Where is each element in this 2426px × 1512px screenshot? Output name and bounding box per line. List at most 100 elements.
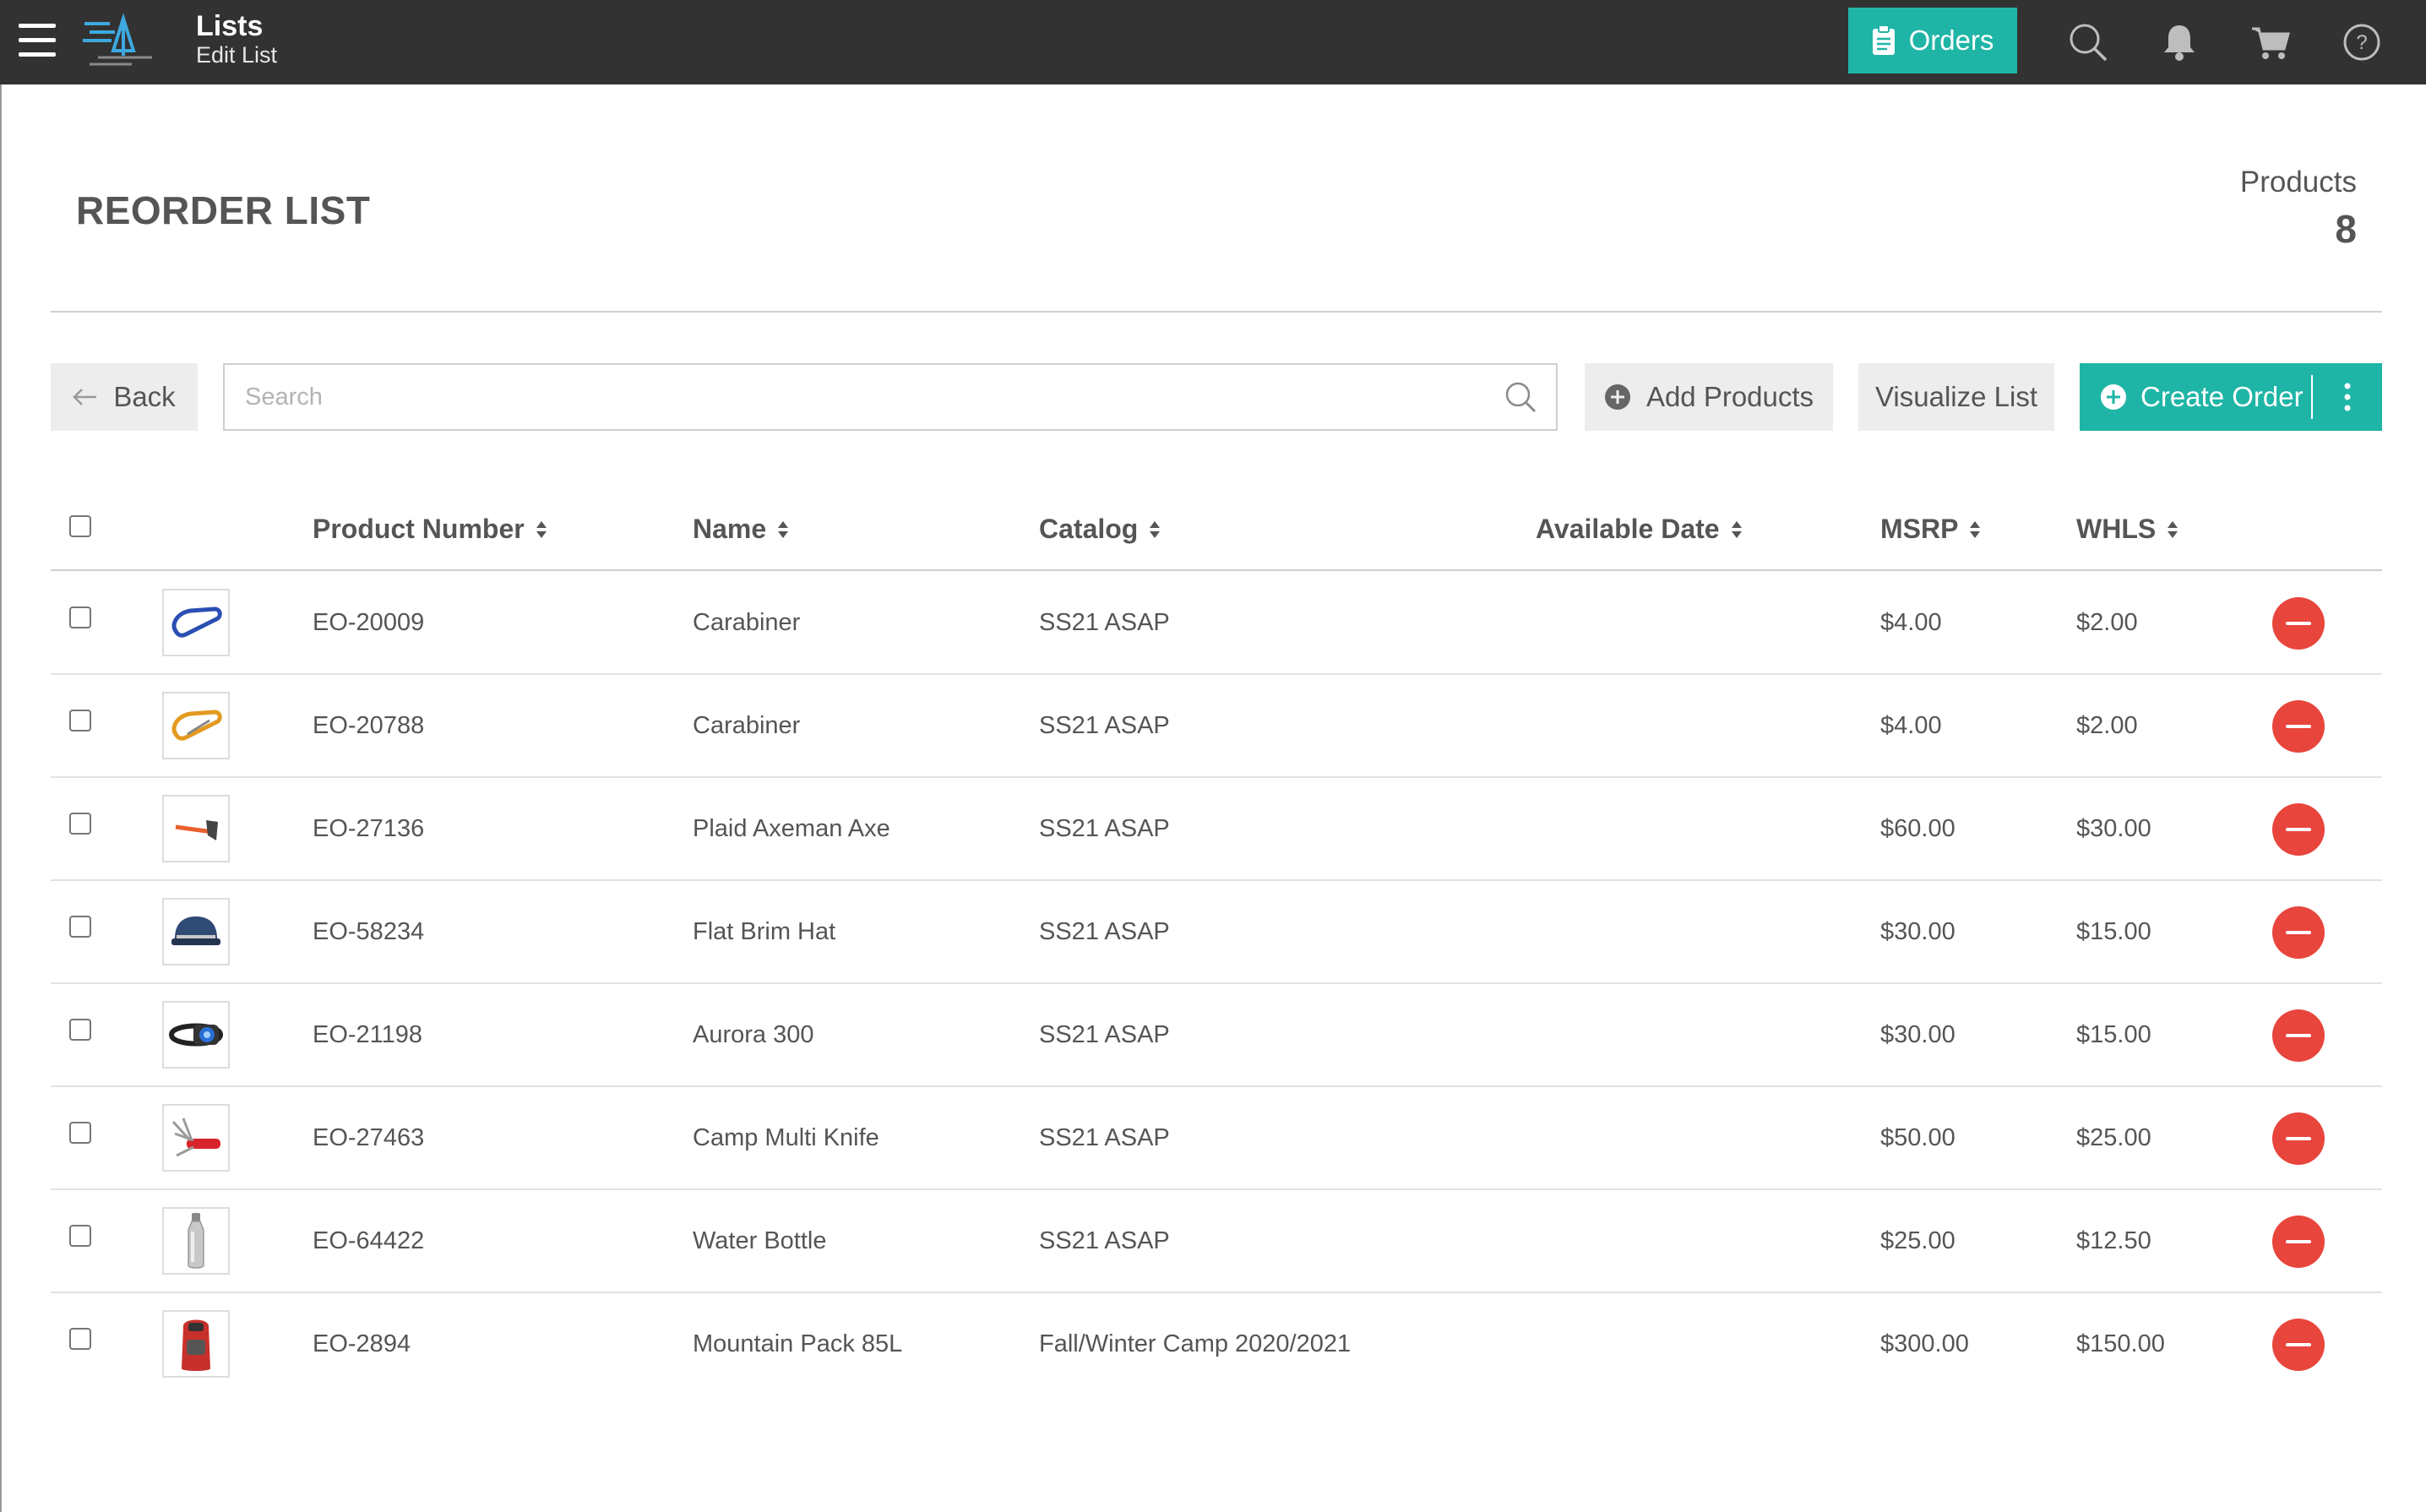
back-label: Back xyxy=(113,381,176,412)
minus-icon xyxy=(2286,622,2311,625)
product-name: Aurora 300 xyxy=(693,1020,814,1048)
visualize-list-button[interactable]: Visualize List xyxy=(1858,363,2054,431)
orders-label: Orders xyxy=(1908,24,1994,56)
remove-row-button[interactable] xyxy=(2272,1216,2325,1268)
column-whls[interactable]: WHLS xyxy=(2076,514,2179,545)
table-row: EO-21198 Aurora 300 SS21 ASAP $30.00 $15… xyxy=(51,984,2382,1087)
bell-icon[interactable] xyxy=(2159,22,2200,63)
row-checkbox[interactable] xyxy=(69,1122,91,1144)
row-checkbox[interactable] xyxy=(69,916,91,938)
create-order-label: Create Order xyxy=(2140,381,2304,412)
table-row: EO-58234 Flat Brim Hat SS21 ASAP $30.00 … xyxy=(51,881,2382,984)
column-name[interactable]: Name xyxy=(693,514,790,545)
column-available-date[interactable]: Available Date xyxy=(1536,514,1743,545)
product-number: EO-20788 xyxy=(313,711,425,739)
product-thumbnail[interactable] xyxy=(162,1104,230,1172)
product-msrp: $50.00 xyxy=(1880,1123,1955,1151)
product-whls: $15.00 xyxy=(2076,1020,2151,1048)
product-whls: $2.00 xyxy=(2076,608,2138,636)
help-icon[interactable]: ? xyxy=(2342,22,2382,63)
sort-icon xyxy=(1970,520,1981,538)
product-thumbnail[interactable] xyxy=(162,1001,230,1069)
clipboard-icon xyxy=(1872,25,1895,55)
sort-icon xyxy=(2168,520,2179,538)
search-field[interactable] xyxy=(223,363,1558,431)
remove-row-button[interactable] xyxy=(2272,1319,2325,1371)
product-name: Carabiner xyxy=(693,711,801,739)
select-all-checkbox[interactable] xyxy=(69,515,91,537)
search-input[interactable] xyxy=(245,365,1478,429)
product-catalog: Fall/Winter Camp 2020/2021 xyxy=(1039,1330,1352,1357)
plus-circle-icon xyxy=(1604,384,1630,410)
row-checkbox[interactable] xyxy=(69,813,91,835)
product-number: EO-2894 xyxy=(313,1330,411,1357)
minus-icon xyxy=(2286,1343,2311,1346)
product-thumbnail[interactable] xyxy=(162,692,230,759)
product-msrp: $60.00 xyxy=(1880,814,1955,842)
product-thumbnail[interactable] xyxy=(162,795,230,862)
remove-row-button[interactable] xyxy=(2272,1009,2325,1062)
backpack-icon xyxy=(182,1319,210,1371)
column-msrp[interactable]: MSRP xyxy=(1880,514,1982,545)
search-icon[interactable] xyxy=(2068,22,2108,63)
table-row: EO-20009 Carabiner SS21 ASAP $4.00 $2.00 xyxy=(51,572,2382,675)
product-number: EO-20009 xyxy=(313,608,425,636)
row-checkbox[interactable] xyxy=(69,606,91,628)
top-bar: Lists Edit List Orders ? xyxy=(0,0,2426,84)
remove-row-button[interactable] xyxy=(2272,906,2325,959)
back-button[interactable]: Back xyxy=(51,363,198,431)
product-thumbnail[interactable] xyxy=(162,1310,230,1378)
remove-row-button[interactable] xyxy=(2272,1112,2325,1165)
product-whls: $25.00 xyxy=(2076,1123,2151,1151)
product-catalog: SS21 ASAP xyxy=(1039,1020,1170,1048)
row-checkbox[interactable] xyxy=(69,1328,91,1350)
arrow-left-icon xyxy=(73,389,97,405)
product-name: Carabiner xyxy=(693,608,801,636)
logo-icon xyxy=(83,14,152,66)
plus-circle-icon xyxy=(2101,384,2126,410)
product-thumbnail[interactable] xyxy=(162,898,230,965)
minus-icon xyxy=(2286,725,2311,728)
column-product-number[interactable]: Product Number xyxy=(313,514,548,545)
minus-icon xyxy=(2286,1240,2311,1243)
app-title: Lists xyxy=(196,10,264,42)
more-options-button[interactable] xyxy=(2313,363,2382,431)
product-catalog: SS21 ASAP xyxy=(1039,917,1170,945)
sort-icon xyxy=(1731,520,1742,538)
product-whls: $150.00 xyxy=(2076,1330,2165,1357)
row-checkbox[interactable] xyxy=(69,1225,91,1247)
row-checkbox[interactable] xyxy=(69,1019,91,1041)
table-row: EO-27136 Plaid Axeman Axe SS21 ASAP $60.… xyxy=(51,778,2382,881)
minus-icon xyxy=(2286,828,2311,831)
hamburger-menu-icon[interactable] xyxy=(19,24,56,57)
add-products-button[interactable]: Add Products xyxy=(1585,363,1833,431)
svg-text:?: ? xyxy=(2356,31,2367,54)
product-thumbnail[interactable] xyxy=(162,589,230,656)
table-row: EO-27463 Camp Multi Knife SS21 ASAP $50.… xyxy=(51,1087,2382,1190)
orders-button[interactable]: Orders xyxy=(1848,8,2017,73)
cart-icon[interactable] xyxy=(2250,22,2291,63)
product-msrp: $25.00 xyxy=(1880,1226,1955,1254)
visualize-list-label: Visualize List xyxy=(1875,381,2037,412)
remove-row-button[interactable] xyxy=(2272,597,2325,650)
product-name: Flat Brim Hat xyxy=(693,917,836,945)
remove-row-button[interactable] xyxy=(2272,803,2325,856)
carabiner-icon xyxy=(171,606,222,638)
multi-knife-icon xyxy=(171,1118,220,1157)
search-icon[interactable] xyxy=(1504,380,1537,414)
product-catalog: SS21 ASAP xyxy=(1039,711,1170,739)
row-checkbox[interactable] xyxy=(69,710,91,732)
column-catalog[interactable]: Catalog xyxy=(1039,514,1161,545)
product-name: Plaid Axeman Axe xyxy=(693,814,890,842)
products-count: 8 xyxy=(2335,207,2357,251)
table-row: EO-20788 Carabiner SS21 ASAP $4.00 $2.00 xyxy=(51,675,2382,778)
product-number: EO-27463 xyxy=(313,1123,425,1151)
product-number: EO-64422 xyxy=(313,1226,425,1254)
product-thumbnail[interactable] xyxy=(162,1207,230,1275)
page-title: REORDER LIST xyxy=(76,188,371,232)
create-order-button[interactable]: Create Order xyxy=(2080,363,2311,431)
create-order-split-button: Create Order xyxy=(2080,363,2382,431)
remove-row-button[interactable] xyxy=(2272,700,2325,753)
product-catalog: SS21 ASAP xyxy=(1039,608,1170,636)
product-number: EO-21198 xyxy=(313,1020,423,1048)
